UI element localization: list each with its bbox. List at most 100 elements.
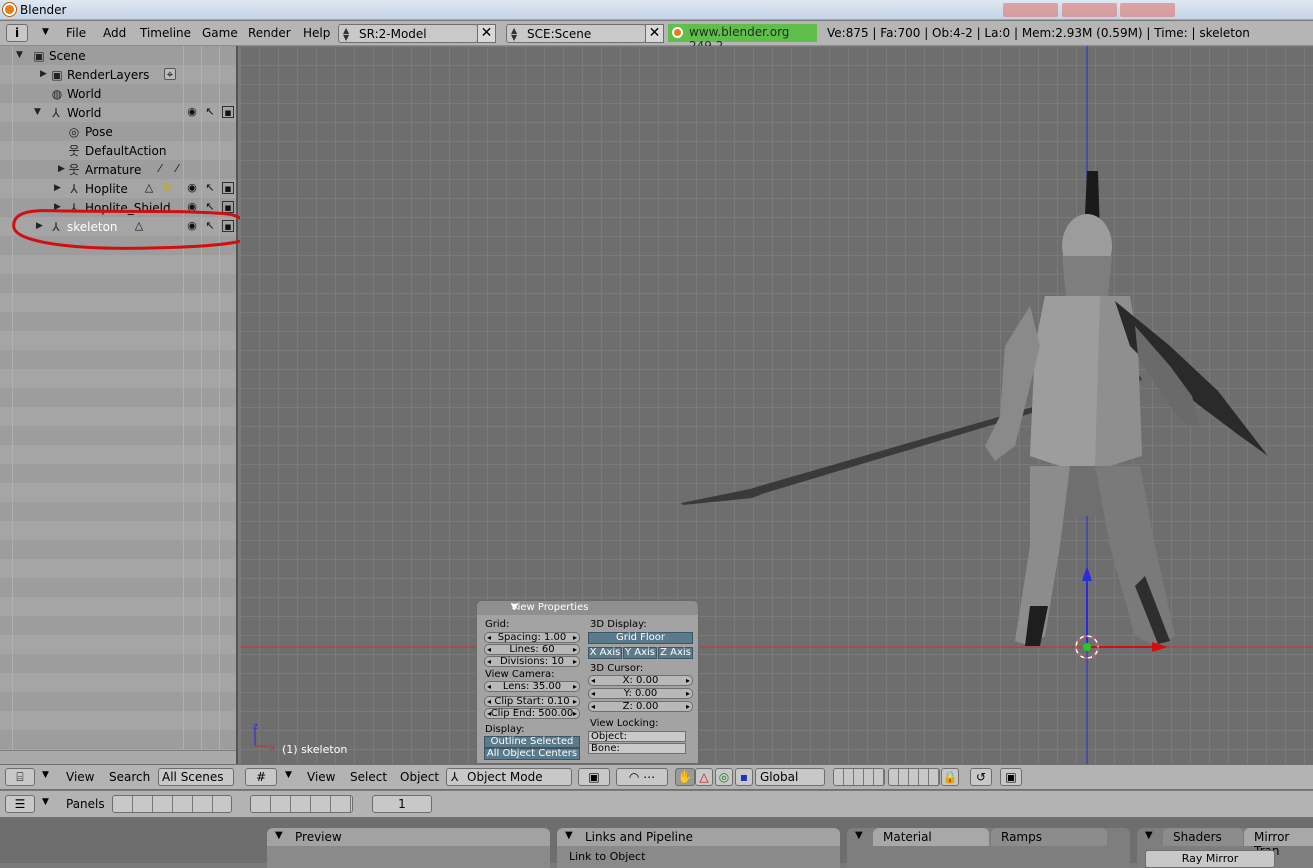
tab-ramps[interactable]: Ramps (991, 828, 1107, 846)
expand-triangle-icon[interactable]: ▶ (58, 164, 65, 174)
context-buttons[interactable] (112, 795, 232, 813)
rotate-manipulator-icon[interactable]: ◎ (715, 768, 733, 786)
renderable-icon[interactable]: ▪ (222, 106, 234, 119)
outliner-row-armature[interactable]: ▶ 웃 Armature ⁄ ⁄ (0, 161, 238, 180)
collapse-triangle-icon[interactable]: ▼ (565, 830, 573, 841)
menu-add[interactable]: Add (103, 26, 126, 40)
outline-selected-toggle[interactable]: Outline Selected (484, 736, 580, 748)
scene-selector[interactable]: ▲ ▼ SCE:Scene (506, 24, 646, 43)
menu-game[interactable]: Game (202, 26, 238, 40)
menu-panels[interactable]: Panels (66, 797, 105, 811)
selectable-cursor-icon[interactable]: ↖ (204, 182, 216, 194)
collapse-triangle-icon[interactable]: ▼ (275, 830, 283, 841)
links-panel-header[interactable]: ▼ Links and Pipeline (557, 828, 840, 846)
clip-end-field[interactable]: ◂ Clip End: 500.00 ▸ (484, 708, 580, 719)
grid-spacing-field[interactable]: ◂ Spacing: 1.00 ▸ (484, 632, 580, 643)
outliner-row-hoplite[interactable]: ▶ ⅄ Hoplite △ ✣ ◉ ↖ ▪ (0, 180, 238, 199)
hoplite-mesh (985, 171, 1268, 646)
screen-selector[interactable]: ▲ ▼ SR:2-Model (338, 24, 478, 43)
view-properties-header[interactable]: ✕ ▼ View Properties (477, 601, 698, 615)
buttons-window-type-icon[interactable]: ☰ (5, 795, 35, 813)
visibility-eye-icon[interactable]: ◉ (186, 182, 198, 194)
all-object-centers-toggle[interactable]: All Object Centers (484, 748, 580, 760)
pivot-select[interactable]: ◠ ⋯ (616, 768, 668, 786)
z-axis-toggle[interactable]: Z Axis (658, 647, 693, 659)
layer-buttons-1[interactable] (833, 768, 885, 786)
close-window-button[interactable] (1120, 3, 1175, 17)
ray-mirror-button[interactable]: Ray Mirror (1145, 850, 1275, 868)
menu-timeline[interactable]: Timeline (140, 26, 191, 40)
outliner-window-type-icon[interactable]: ⌸ (5, 768, 35, 786)
selectable-cursor-icon[interactable]: ↖ (204, 106, 216, 118)
lock-object-field[interactable]: Object: (588, 731, 686, 742)
outliner-row-world-data[interactable]: ◍ World (0, 85, 238, 104)
outliner-scrollbar[interactable] (0, 750, 236, 764)
tab-shaders[interactable]: Shaders (1163, 828, 1243, 846)
menu-file[interactable]: File (66, 26, 86, 40)
render-preview-icon[interactable]: ▣ (1000, 768, 1022, 786)
delete-scene-button[interactable]: ✕ (645, 24, 664, 43)
preview-panel-header[interactable]: ▼ Preview (267, 828, 550, 846)
clip-start-field[interactable]: ◂ Clip Start: 0.10 ▸ (484, 696, 580, 707)
menu-render[interactable]: Render (248, 26, 291, 40)
scale-manipulator-icon[interactable]: ▪ (735, 768, 753, 786)
outliner-row-renderlayers[interactable]: ▶ ▣ RenderLayers ⌖ (0, 66, 238, 85)
lens-field[interactable]: ◂ Lens: 35.00 ▸ (484, 681, 580, 692)
subcontext-buttons[interactable] (250, 795, 353, 813)
expand-triangle-icon[interactable]: ▶ (54, 183, 61, 193)
minimize-button[interactable] (1003, 3, 1058, 17)
outliner-row-scene[interactable]: ▼ ▣ Scene (0, 47, 238, 66)
outliner-row-world-object[interactable]: ▼ ⅄ World ◉ ↖ ▪ (0, 104, 238, 123)
collapse-menu-icon[interactable]: ▼ (42, 27, 49, 37)
menu-view[interactable]: View (307, 770, 335, 784)
opengl-render-icon[interactable]: ↺ (970, 768, 992, 786)
cursor-y-field[interactable]: ◂ Y: 0.00 ▸ (588, 688, 693, 699)
action-icon: 웃 (68, 144, 80, 158)
outliner-row-pose[interactable]: ◎ Pose (0, 123, 238, 142)
draw-type-select[interactable]: ▣ (578, 768, 610, 786)
info-window-type-icon[interactable]: i (6, 24, 28, 42)
updown-arrows-icon: ▲ ▼ (343, 26, 350, 42)
lock-layers-icon[interactable]: 🔒 (941, 768, 959, 786)
renderable-icon[interactable]: ▪ (222, 182, 234, 195)
collapse-triangle-icon[interactable]: ▼ (34, 107, 41, 117)
lock-bone-field[interactable]: Bone: (588, 743, 686, 754)
grid-floor-toggle[interactable]: Grid Floor (588, 632, 693, 644)
outliner-menu-search[interactable]: Search (109, 770, 150, 784)
grid-divisions-field[interactable]: ◂ Divisions: 10 ▸ (484, 656, 580, 667)
x-axis-toggle[interactable]: X Axis (588, 647, 622, 659)
cursor-x-field[interactable]: ◂ X: 0.00 ▸ (588, 675, 693, 686)
3dview-window-type-icon[interactable]: # (245, 768, 277, 786)
collapse-triangle-icon[interactable]: ▼ (16, 50, 23, 60)
y-axis-toggle[interactable]: Y Axis (623, 647, 657, 659)
collapse-menu-icon[interactable]: ▼ (42, 797, 49, 807)
expand-triangle-icon[interactable]: ▶ (40, 69, 47, 79)
outliner-row-defaultaction[interactable]: 웃 DefaultAction (0, 142, 238, 161)
blender-website-badge[interactable]: www.blender.org 249.2 (668, 24, 817, 53)
tab-material[interactable]: Material (873, 828, 989, 846)
collapse-triangle-icon[interactable]: ▼ (855, 830, 863, 841)
maximize-button[interactable] (1062, 3, 1117, 17)
blender-logo-icon (672, 27, 683, 38)
collapse-triangle-icon[interactable]: ▼ (1145, 830, 1153, 841)
menu-object[interactable]: Object (400, 770, 439, 784)
3d-viewport[interactable]: z x (1) skeleton (240, 46, 1313, 764)
translate-manipulator-icon[interactable]: △ (695, 768, 713, 786)
collapse-menu-icon[interactable]: ▼ (285, 770, 292, 780)
menu-select[interactable]: Select (350, 770, 387, 784)
red-annotation-circle (12, 209, 254, 250)
outliner-menu-view[interactable]: View (66, 770, 94, 784)
outliner-display-select[interactable]: All Scenes (158, 768, 234, 786)
menu-help[interactable]: Help (303, 26, 330, 40)
frame-number-field[interactable]: 1 (372, 795, 432, 813)
manipulator-toggle-hand-icon[interactable]: ✋ (675, 768, 695, 786)
delete-screen-button[interactable]: ✕ (477, 24, 496, 43)
layer-buttons-2[interactable] (888, 768, 940, 786)
collapse-menu-icon[interactable]: ▼ (42, 770, 49, 780)
mode-select[interactable]: ⅄ Object Mode (446, 768, 572, 786)
cursor-z-field[interactable]: ◂ Z: 0.00 ▸ (588, 701, 693, 712)
tab-mirror-transp[interactable]: Mirror Tran (1244, 828, 1313, 858)
visibility-eye-icon[interactable]: ◉ (186, 106, 198, 118)
grid-lines-field[interactable]: ◂ Lines: 60 ▸ (484, 644, 580, 655)
orientation-select[interactable]: Global (755, 768, 825, 786)
